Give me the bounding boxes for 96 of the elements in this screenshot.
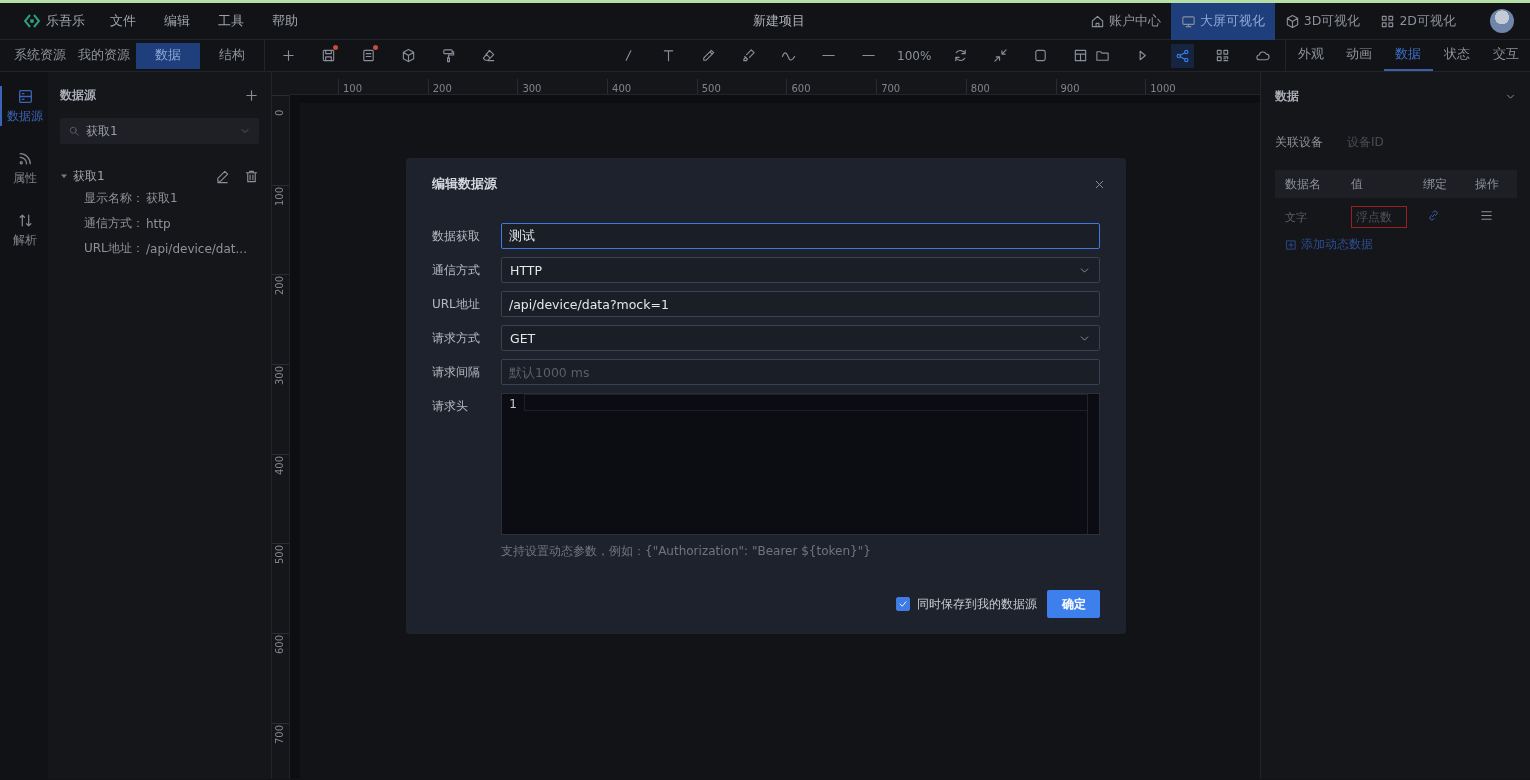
column-header: 绑定	[1423, 175, 1448, 193]
paint-roller-icon[interactable]	[440, 48, 456, 63]
detail-value: 获取1	[146, 190, 178, 207]
brush-icon[interactable]	[740, 48, 756, 63]
detail-value: /api/device/dat...	[146, 241, 247, 256]
avatar[interactable]	[1490, 9, 1514, 33]
column-header: 操作	[1475, 175, 1500, 193]
refresh-icon[interactable]	[952, 48, 968, 63]
logo-icon	[24, 14, 40, 28]
property-tab[interactable]: 状态	[1432, 40, 1482, 71]
confirm-button[interactable]: 确定	[1047, 590, 1100, 618]
field-label: 请求头	[432, 398, 469, 415]
select-value: 获取1	[86, 122, 119, 140]
notification-dot	[373, 44, 378, 50]
menu-item[interactable]: 工具	[218, 12, 244, 30]
nav-tab[interactable]: 2D可视化	[1370, 2, 1466, 40]
zoom-level[interactable]: 100%	[897, 48, 932, 63]
dropdown[interactable]: GET	[501, 325, 1100, 351]
text-field[interactable]: 测试	[501, 223, 1100, 249]
square-icon[interactable]	[1032, 48, 1048, 63]
document-icon[interactable]	[360, 48, 376, 63]
device-id-field[interactable]: 设备ID	[1345, 134, 1485, 150]
cube-icon	[1284, 13, 1300, 29]
nav-tab[interactable]: 3D可视化	[1274, 2, 1371, 40]
check-icon	[897, 598, 909, 610]
column-header: 值	[1351, 175, 1364, 193]
property-tab[interactable]: 外观	[1286, 40, 1336, 71]
panel-tab[interactable]: 我的资源	[72, 42, 136, 69]
plus-icon[interactable]	[244, 87, 259, 103]
nav-tab[interactable]: 大屏可视化	[1170, 2, 1275, 40]
menu-icon[interactable]	[1479, 208, 1494, 223]
text-field[interactable]: /api/device/data?mock=1	[501, 291, 1100, 317]
shrink-icon[interactable]	[992, 48, 1008, 63]
ruler-label: 600	[274, 635, 285, 655]
edit-icon[interactable]	[215, 168, 230, 184]
cube-icon[interactable]	[400, 48, 416, 63]
brand-name: 乐吾乐	[46, 12, 85, 30]
dialog-title: 编辑数据源	[432, 175, 497, 193]
rail-item[interactable]: 解析	[0, 210, 48, 250]
rail-item[interactable]: 属性	[0, 148, 48, 188]
menu-item[interactable]: 编辑	[164, 12, 190, 30]
column-header: 数据名	[1285, 175, 1322, 193]
menu-item[interactable]: 文件	[110, 12, 136, 30]
detail-value: http	[146, 216, 171, 231]
search-icon	[68, 125, 80, 137]
panel-tab[interactable]: 数据	[136, 42, 200, 69]
hint-text: 支持设置动态参数，例如：{"Authorization": "Bearer ${token}"}	[501, 543, 872, 560]
share-icon[interactable]	[1170, 43, 1194, 68]
menu-item[interactable]: 帮助	[272, 12, 298, 30]
ruler-label: 700	[274, 724, 285, 744]
field-label: 数据获取	[432, 228, 481, 245]
ruler-label: 400	[274, 455, 285, 475]
ruler-label: 500	[274, 545, 285, 565]
ruler-label: 300	[274, 365, 285, 386]
tree-item[interactable]: 获取1	[73, 167, 201, 185]
notification-dot	[333, 44, 338, 50]
field-label: 请求间隔	[432, 364, 481, 381]
ruler-label: 0	[274, 109, 285, 116]
monitor-icon	[1180, 13, 1196, 29]
qr-code-icon[interactable]	[1214, 48, 1230, 63]
field-label: 关联设备	[1275, 133, 1323, 151]
panel-title: 数据源	[60, 86, 96, 104]
text-field[interactable]: 默认1000 ms	[501, 359, 1100, 385]
ruler-label: 200	[274, 276, 285, 296]
panel-tab[interactable]: 结构	[200, 42, 264, 69]
layout-icon[interactable]	[1072, 48, 1088, 63]
code-editor[interactable]: 1	[501, 393, 1100, 535]
plus-square-icon	[1285, 238, 1297, 251]
table-cell-text: 文字	[1285, 209, 1308, 225]
value-field[interactable]: 浮点数	[1351, 206, 1407, 228]
section-title: 数据	[1275, 87, 1299, 105]
ruler-label: 100	[274, 186, 285, 206]
field-label: URL地址	[432, 296, 481, 313]
caret-icon[interactable]	[60, 172, 68, 180]
field-label: 请求方式	[432, 330, 481, 347]
nav-tab[interactable]: 账户中心	[1079, 2, 1171, 40]
panel-tab[interactable]: 系统资源	[8, 42, 72, 69]
home-icon	[1089, 13, 1105, 29]
database-icon	[16, 88, 34, 105]
grid-icon	[1380, 13, 1396, 29]
line-number: 1	[509, 396, 517, 412]
datasource-select[interactable]: 获取1	[60, 118, 259, 144]
pencil-icon[interactable]	[700, 48, 716, 63]
folder-icon[interactable]	[1094, 48, 1110, 63]
property-tab[interactable]: 动画	[1335, 40, 1384, 71]
checkbox[interactable]	[896, 597, 910, 611]
save-icon[interactable]	[320, 48, 336, 63]
checkbox-label: 同时保存到我的数据源	[917, 596, 1037, 612]
property-tab[interactable]: 交互	[1481, 40, 1530, 71]
cloud-icon[interactable]	[1254, 48, 1270, 63]
plus-icon[interactable]	[280, 48, 296, 63]
eraser-icon[interactable]	[480, 48, 496, 63]
trash-icon[interactable]	[244, 168, 259, 184]
dropdown[interactable]: HTTP	[501, 257, 1100, 283]
project-title: 新建项目	[751, 12, 806, 30]
field-label: 通信方式	[432, 262, 481, 279]
